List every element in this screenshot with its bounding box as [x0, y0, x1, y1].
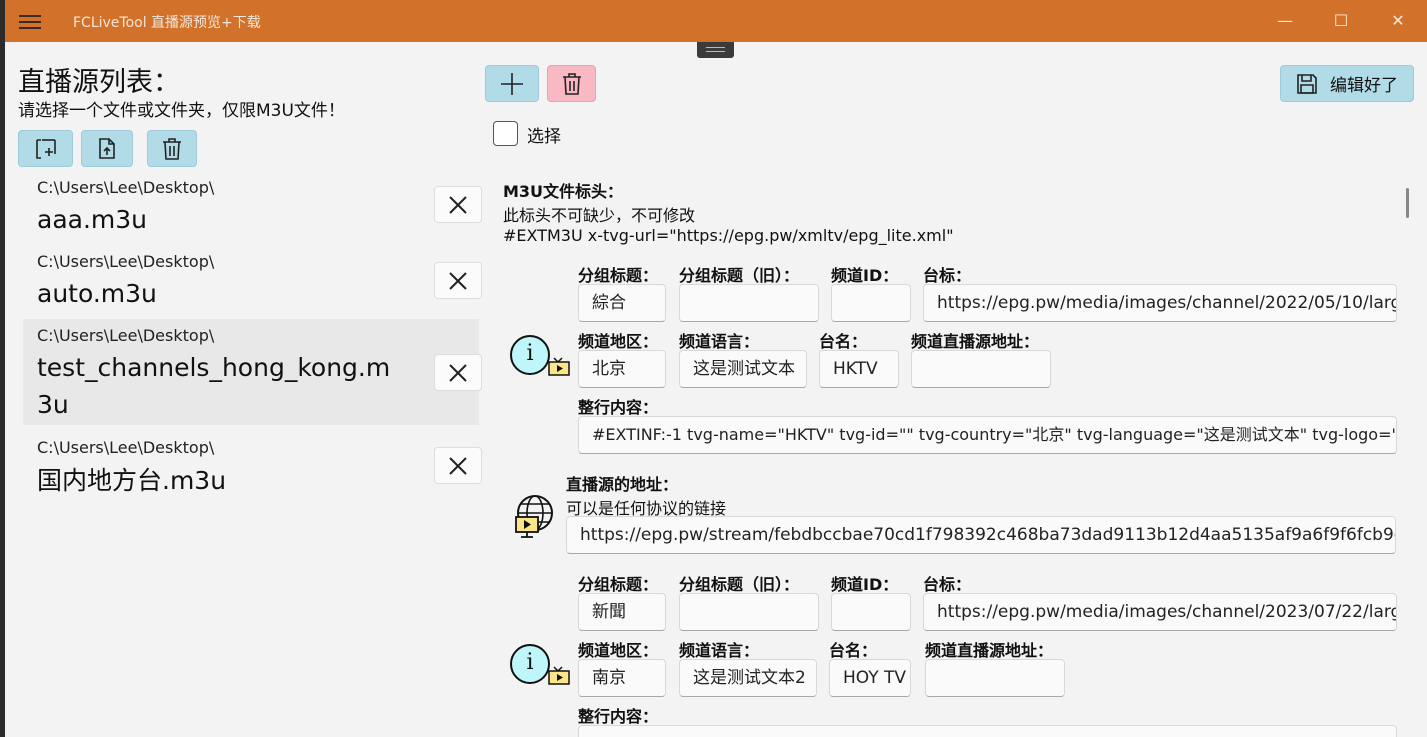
tv-icon	[548, 357, 570, 376]
region-input[interactable]: 南京	[578, 659, 666, 697]
source-url-label: 频道直播源地址：	[925, 641, 1054, 660]
region-input[interactable]: 北京	[578, 350, 666, 388]
file-path: C:\Users\Lee\Desktop\	[37, 178, 215, 197]
full-line-input[interactable]	[578, 725, 1397, 737]
group-input[interactable]: 綜合	[578, 284, 666, 322]
remove-file-button[interactable]	[434, 262, 482, 299]
save-edit-button[interactable]: 编辑好了	[1280, 65, 1414, 102]
close-icon	[449, 363, 467, 382]
group-old-input[interactable]	[679, 284, 819, 322]
language-input[interactable]: 这是测试文本2	[679, 659, 817, 697]
group-label: 分组标题：	[578, 575, 659, 594]
group-label: 分组标题：	[578, 266, 659, 285]
channel-id-input[interactable]	[831, 593, 911, 631]
region-label: 频道地区：	[578, 641, 659, 660]
title-bar: FCLiveTool 直播源预览+下载 — ☐ ✕	[5, 0, 1427, 42]
remove-file-button[interactable]	[434, 354, 482, 391]
station-input[interactable]: HOY TV	[829, 659, 911, 697]
open-folder-button[interactable]	[18, 130, 73, 167]
full-line-label: 整行内容：	[578, 398, 659, 417]
remove-file-button[interactable]	[434, 447, 482, 484]
remove-file-button[interactable]	[434, 186, 482, 223]
delete-entry-button[interactable]	[547, 65, 596, 102]
stream-url-title: 直播源的地址：	[566, 475, 679, 494]
station-input[interactable]: HKTV	[819, 350, 899, 388]
source-list-hint: 请选择一个文件或文件夹，仅限M3U文件！	[18, 101, 345, 121]
full-line-input[interactable]: #EXTINF:-1 tvg-name="HKTV" tvg-id="" tvg…	[578, 416, 1397, 454]
channel-id-label: 频道ID：	[831, 266, 899, 285]
language-input[interactable]: 这是测试文本	[679, 350, 807, 388]
close-button[interactable]: ✕	[1387, 10, 1409, 32]
trash-icon	[562, 72, 581, 95]
file-name: aaa.m3u	[37, 205, 148, 234]
header-title: M3U文件标头：	[503, 182, 624, 201]
source-url-input[interactable]	[911, 350, 1051, 388]
window-title: FCLiveTool 直播源预览+下载	[73, 15, 261, 31]
language-label: 频道语言：	[679, 332, 760, 351]
channel-id-label: 频道ID：	[831, 575, 899, 594]
close-icon	[449, 195, 467, 214]
info-icon[interactable]: i	[510, 644, 550, 684]
channel-id-input[interactable]	[831, 284, 911, 322]
hamburger-menu-icon[interactable]	[19, 11, 41, 31]
info-icon[interactable]: i	[510, 335, 550, 375]
file-name: test_channels_hong_kong.m3u	[37, 353, 391, 419]
open-file-button[interactable]	[81, 130, 133, 167]
source-list-pane: 直播源列表： 请选择一个文件或文件夹，仅限M3U文件！ C:\Users\Lee…	[5, 42, 485, 737]
entries-scroll-area: M3U文件标头： 此标头不可缺少，不可修改 #EXTM3U x-tvg-url=…	[485, 170, 1420, 737]
logo-url-input[interactable]: https://epg.pw/media/images/channel/2022…	[923, 284, 1397, 322]
select-checkbox-label: 选择	[527, 127, 561, 147]
file-path: C:\Users\Lee\Desktop\	[37, 438, 215, 457]
group-old-input[interactable]	[679, 593, 819, 631]
trash-icon	[163, 137, 181, 160]
file-name: 国内地方台.m3u	[37, 466, 227, 495]
source-url-label: 频道直播源地址：	[911, 332, 1040, 351]
region-label: 频道地区：	[578, 332, 659, 351]
app-window: FCLiveTool 直播源预览+下载 — ☐ ✕ 直播源列表： 请选择一个文件…	[5, 0, 1427, 737]
add-entry-button[interactable]	[485, 65, 539, 102]
folder-add-icon	[35, 138, 56, 159]
plus-icon	[501, 72, 523, 95]
file-path: C:\Users\Lee\Desktop\	[37, 326, 215, 345]
save-icon	[1297, 73, 1317, 94]
logo-label: 台标：	[923, 266, 972, 285]
group-old-label: 分组标题（旧）：	[679, 266, 800, 285]
source-url-input[interactable]	[925, 659, 1065, 697]
file-item[interactable]: C:\Users\Lee\Desktop\ 国内地方台.m3u	[23, 432, 482, 504]
file-upload-icon	[99, 137, 115, 159]
maximize-button[interactable]: ☐	[1330, 10, 1352, 32]
header-value: #EXTM3U x-tvg-url="https://epg.pw/xmltv/…	[503, 226, 954, 245]
stream-url-input[interactable]: https://epg.pw/stream/febdbccbae70cd1f79…	[566, 516, 1396, 554]
select-checkbox[interactable]	[493, 121, 518, 146]
source-list-heading: 直播源列表：	[18, 67, 180, 98]
station-label: 台名：	[829, 641, 878, 660]
delete-files-button[interactable]	[147, 130, 197, 167]
group-old-label: 分组标题（旧）：	[679, 575, 800, 594]
file-item-selected[interactable]: C:\Users\Lee\Desktop\ test_channels_hong…	[23, 319, 482, 425]
close-icon	[449, 456, 467, 475]
globe-tv-icon	[515, 495, 553, 538]
header-desc: 此标头不可缺少，不可修改	[503, 206, 696, 225]
close-icon	[449, 271, 467, 290]
editor-pane: 编辑好了 选择 M3U文件标头： 此标头不可缺少，不可修改 #EXTM3U x-…	[485, 42, 1427, 737]
tv-icon	[548, 666, 570, 685]
file-item[interactable]: C:\Users\Lee\Desktop\ auto.m3u	[23, 248, 482, 320]
file-item[interactable]: C:\Users\Lee\Desktop\ aaa.m3u	[23, 174, 482, 246]
logo-label: 台标：	[923, 575, 972, 594]
file-path: C:\Users\Lee\Desktop\	[37, 252, 215, 271]
full-line-label: 整行内容：	[578, 707, 659, 726]
group-input[interactable]: 新聞	[578, 593, 666, 631]
file-name: auto.m3u	[37, 279, 157, 308]
language-label: 频道语言：	[679, 641, 760, 660]
logo-url-input[interactable]: https://epg.pw/media/images/channel/2023…	[923, 593, 1397, 631]
station-label: 台名：	[819, 332, 868, 351]
minimize-button[interactable]: —	[1274, 10, 1296, 32]
save-edit-label: 编辑好了	[1330, 76, 1398, 96]
